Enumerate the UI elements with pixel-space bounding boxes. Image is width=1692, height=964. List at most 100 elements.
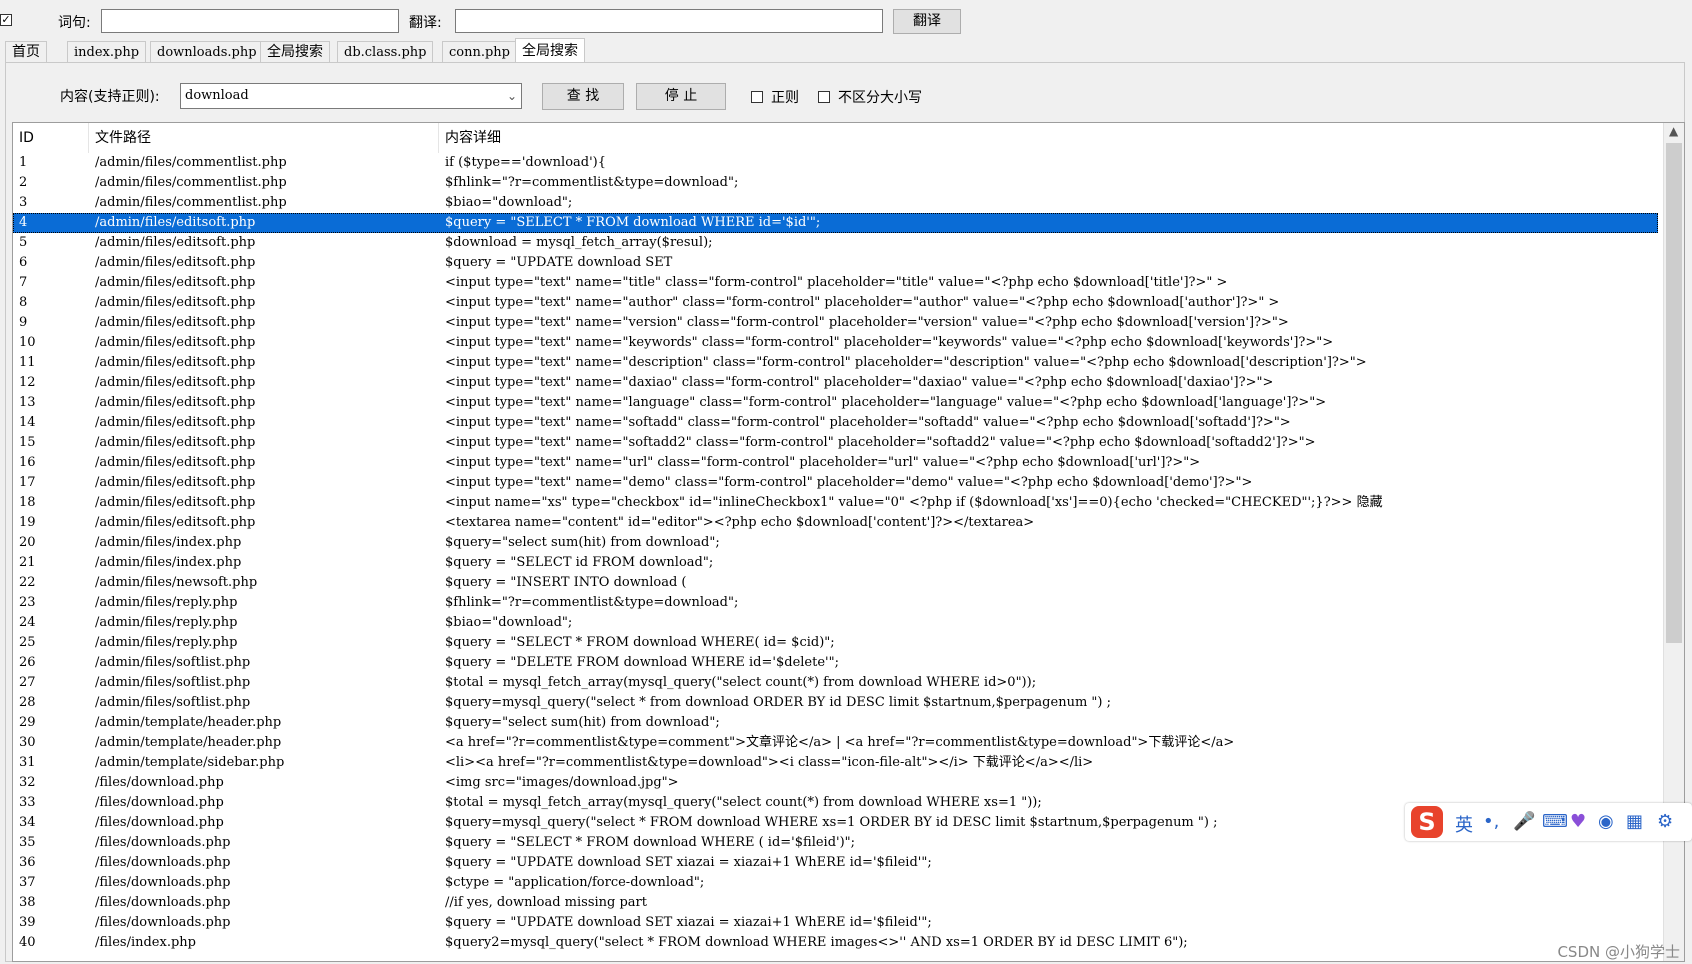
table-row[interactable]: 20/admin/files/index.php $query="select s… xyxy=(13,533,1658,553)
cell-detail: $query = "DELETE FROM download WHERE id=… xyxy=(445,655,839,670)
chevron-down-icon[interactable]: ⌄ xyxy=(507,84,517,108)
table-row[interactable]: 27/admin/files/softlist.php $total = mysq… xyxy=(13,673,1658,693)
keyboard-icon[interactable]: ⌨ xyxy=(1542,811,1568,832)
table-row[interactable]: 23/admin/files/reply.php $fhlink="?r=comm… xyxy=(13,593,1658,613)
settings-icon[interactable]: ⚙ xyxy=(1657,811,1673,832)
cell-id: 32 xyxy=(19,775,36,790)
punctuation-icon[interactable]: •, xyxy=(1483,811,1499,832)
stop-button[interactable]: 停 止 xyxy=(636,83,726,110)
ime-mode-toggle[interactable]: 英 xyxy=(1455,811,1473,837)
game-icon[interactable]: ◉ xyxy=(1598,811,1614,832)
regex-label: 正则 xyxy=(771,90,799,106)
cell-id: 7 xyxy=(19,275,28,290)
table-row[interactable]: 26/admin/files/softlist.php $query = "DEL… xyxy=(13,653,1658,673)
table-row[interactable]: 10/admin/files/editsoft.php <input type="… xyxy=(13,333,1658,353)
skin-icon[interactable]: ♥ xyxy=(1570,811,1586,832)
scrollbar-thumb[interactable] xyxy=(1666,143,1682,643)
watermark: CSDN @小狗学士 xyxy=(1557,943,1680,961)
table-row[interactable]: 13/admin/files/editsoft.php <input type="… xyxy=(13,393,1658,413)
sogou-logo-icon[interactable]: S xyxy=(1411,806,1443,838)
find-button[interactable]: 查 找 xyxy=(542,83,624,110)
table-row[interactable]: 16/admin/files/editsoft.php <input type="… xyxy=(13,453,1658,473)
table-row[interactable]: 32/files/download.php <img src="images/do… xyxy=(13,773,1658,793)
cell-path: /admin/files/commentlist.php xyxy=(95,175,287,190)
tab-conn-php[interactable]: conn.php xyxy=(442,41,518,63)
cell-detail: $query = "SELECT * FROM download WHERE( … xyxy=(445,635,835,650)
table-row[interactable]: 22/admin/files/newsoft.php $query = "INSE… xyxy=(13,573,1658,593)
cell-detail: <input type="text" name="softadd2" class… xyxy=(445,435,1316,450)
cell-id: 34 xyxy=(19,815,36,830)
table-row[interactable]: 30/admin/template/header.php <a href="?r=… xyxy=(13,733,1658,753)
table-row[interactable]: 4/admin/files/editsoft.php $query = "SELE… xyxy=(13,213,1658,233)
cell-id: 26 xyxy=(19,655,36,670)
word-input[interactable] xyxy=(101,9,399,33)
ignore-case-checkbox[interactable] xyxy=(818,91,830,103)
cell-path: /admin/files/editsoft.php xyxy=(95,395,256,410)
translate-button[interactable]: 翻译 xyxy=(893,9,961,34)
toolbar-checkbox[interactable]: ✓ xyxy=(0,14,12,26)
cell-detail: $query="select sum(hit) from download"; xyxy=(445,715,720,730)
cell-detail: $ctype = "application/force-download"; xyxy=(445,875,705,890)
column-header-path[interactable]: 文件路径 xyxy=(89,123,439,153)
table-row[interactable]: 6/admin/files/editsoft.php $query = "UPDA… xyxy=(13,253,1658,273)
cell-path: /files/download.php xyxy=(95,815,224,830)
cell-path: /admin/files/newsoft.php xyxy=(95,575,258,590)
table-row[interactable]: 18/admin/files/editsoft.php <input name="… xyxy=(13,493,1658,513)
table-row[interactable]: 17/admin/files/editsoft.php <input type="… xyxy=(13,473,1658,493)
table-row[interactable]: 36/files/downloads.php $query = "UPDATE d… xyxy=(13,853,1658,873)
cell-path: /admin/files/editsoft.php xyxy=(95,295,256,310)
cell-path: /admin/files/reply.php xyxy=(95,615,238,630)
cell-detail: <input type="text" name="version" class=… xyxy=(445,315,1289,330)
cell-id: 29 xyxy=(19,715,36,730)
tab-global-search-active[interactable]: 全局搜索 xyxy=(515,38,585,63)
table-row[interactable]: 9/admin/files/editsoft.php <input type="t… xyxy=(13,313,1658,333)
tab-index-php[interactable]: index.php xyxy=(67,41,147,63)
cell-id: 33 xyxy=(19,795,36,810)
cell-detail: $fhlink="?r=commentlist&type=download"; xyxy=(445,175,739,190)
tab-home[interactable]: 首页 xyxy=(5,41,47,63)
table-row[interactable]: 40/files/index.php $query2=mysql_query("s… xyxy=(13,933,1658,953)
cell-id: 4 xyxy=(19,215,28,230)
translate-input[interactable] xyxy=(455,9,883,33)
tab-db-class-php[interactable]: db.class.php xyxy=(337,41,434,63)
microphone-icon[interactable]: 🎤 xyxy=(1513,811,1535,832)
toolbox-icon[interactable]: ▦ xyxy=(1626,811,1643,832)
table-row[interactable]: 28/admin/files/softlist.php $query=mysql_… xyxy=(13,693,1658,713)
regex-checkbox[interactable] xyxy=(751,91,763,103)
table-row[interactable]: 2/admin/files/commentlist.php $fhlink="?r… xyxy=(13,173,1658,193)
cell-path: /admin/files/editsoft.php xyxy=(95,275,256,290)
table-row[interactable]: 19/admin/files/editsoft.php <textarea nam… xyxy=(13,513,1658,533)
table-row[interactable]: 38/files/downloads.php //if yes, download… xyxy=(13,893,1658,913)
cell-path: /admin/files/editsoft.php xyxy=(95,375,256,390)
cell-detail: $query="select sum(hit) from download"; xyxy=(445,535,720,550)
table-row[interactable]: 15/admin/files/editsoft.php <input type="… xyxy=(13,433,1658,453)
cell-id: 39 xyxy=(19,915,36,930)
scroll-up-icon[interactable]: ▲ xyxy=(1669,124,1678,138)
cell-detail: <input type="text" name="softadd" class=… xyxy=(445,415,1291,430)
table-row[interactable]: 24/admin/files/reply.php $biao="download"… xyxy=(13,613,1658,633)
column-header-id[interactable]: ID xyxy=(13,123,89,153)
table-row[interactable]: 1/admin/files/commentlist.php if ($type==… xyxy=(13,153,1658,173)
table-row[interactable]: 8/admin/files/editsoft.php <input type="t… xyxy=(13,293,1658,313)
cell-id: 12 xyxy=(19,375,36,390)
table-row[interactable]: 3/admin/files/commentlist.php $biao="down… xyxy=(13,193,1658,213)
table-row[interactable]: 39/files/downloads.php $query = "UPDATE d… xyxy=(13,913,1658,933)
tab-downloads-php[interactable]: downloads.php xyxy=(150,41,264,63)
cell-detail: <li><a href="?r=commentlist&type=downloa… xyxy=(445,755,1094,770)
table-row[interactable]: 12/admin/files/editsoft.php <input type="… xyxy=(13,373,1658,393)
table-row[interactable]: 37/files/downloads.php $ctype = "applicat… xyxy=(13,873,1658,893)
table-row[interactable]: 21/admin/files/index.php $query = "SELECT… xyxy=(13,553,1658,573)
cell-id: 18 xyxy=(19,495,36,510)
table-row[interactable]: 14/admin/files/editsoft.php <input type="… xyxy=(13,413,1658,433)
table-row[interactable]: 31/admin/template/sidebar.php <li><a href… xyxy=(13,753,1658,773)
cell-path: /admin/template/header.php xyxy=(95,735,282,750)
content-combobox[interactable]: download ⌄ xyxy=(180,83,522,109)
table-row[interactable]: 29/admin/template/header.php $query="sele… xyxy=(13,713,1658,733)
table-row[interactable]: 5/admin/files/editsoft.php $download = my… xyxy=(13,233,1658,253)
cell-path: /admin/files/commentlist.php xyxy=(95,155,287,170)
tab-global-search-1[interactable]: 全局搜索 xyxy=(260,41,330,63)
table-row[interactable]: 11/admin/files/editsoft.php <input type="… xyxy=(13,353,1658,373)
column-header-detail[interactable]: 内容详细 xyxy=(439,123,1664,153)
table-row[interactable]: 7/admin/files/editsoft.php <input type="t… xyxy=(13,273,1658,293)
table-row[interactable]: 25/admin/files/reply.php $query = "SELECT… xyxy=(13,633,1658,653)
